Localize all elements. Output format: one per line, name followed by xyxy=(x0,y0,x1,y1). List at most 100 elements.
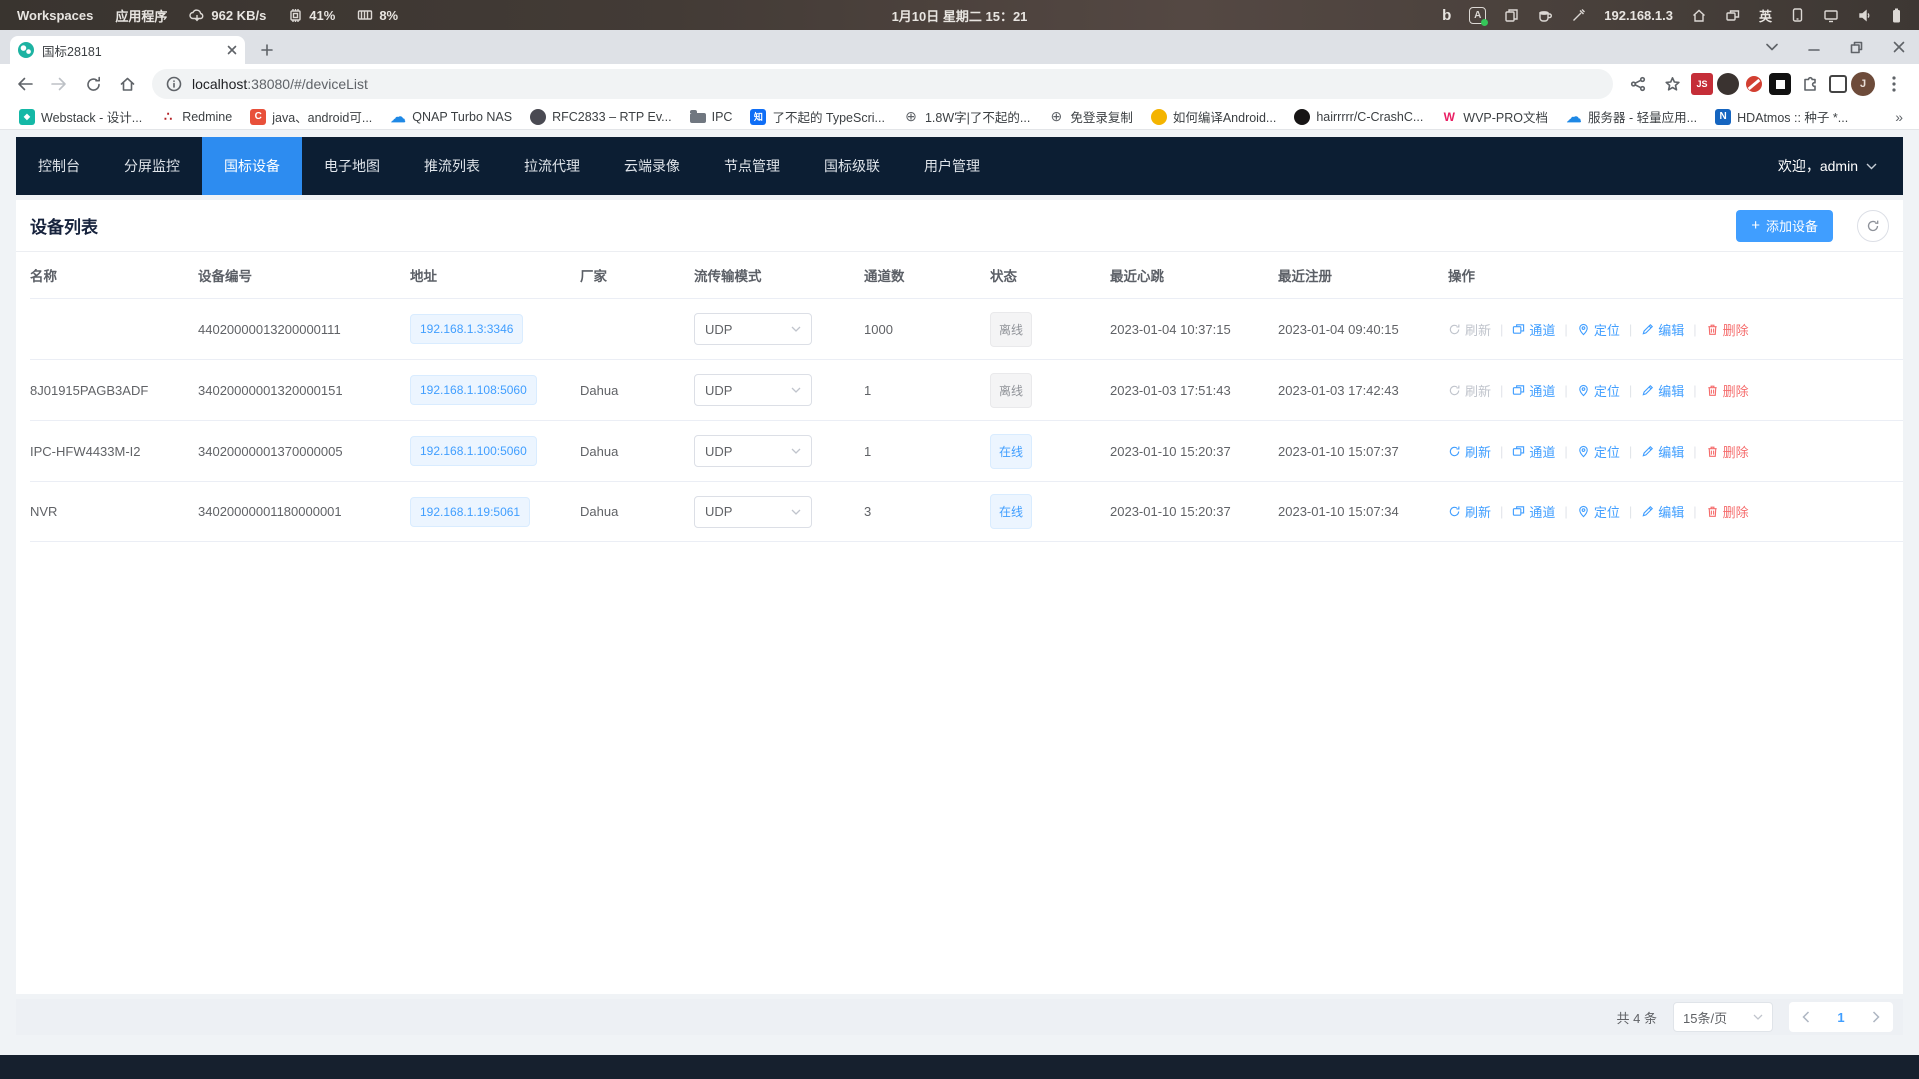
bookmark-copy-free[interactable]: ⊕ 免登录复制 xyxy=(1039,106,1142,128)
prev-page-button[interactable] xyxy=(1789,1002,1823,1032)
screenshot-tool-tray[interactable]: A xyxy=(1460,7,1495,24)
bookmark-qnap[interactable]: ☁ QNAP Turbo NAS xyxy=(381,106,521,128)
bookmark-folder-ipc[interactable]: IPC xyxy=(681,106,742,128)
minimize-button[interactable] xyxy=(1808,41,1820,53)
nav-item-user-manage[interactable]: 用户管理 xyxy=(902,137,1002,195)
stream-mode-select[interactable]: UDP xyxy=(694,496,812,528)
channels-action[interactable]: 通道 xyxy=(1512,442,1555,461)
add-device-button[interactable]: + 添加设备 xyxy=(1736,210,1833,242)
color-picker-tray[interactable] xyxy=(1562,8,1595,23)
display-settings-tray[interactable] xyxy=(1814,8,1848,23)
delete-action[interactable]: 删除 xyxy=(1706,502,1749,521)
next-page-button[interactable] xyxy=(1859,1002,1893,1032)
divider xyxy=(1629,504,1632,519)
refresh-action[interactable]: 刷新 xyxy=(1448,442,1491,461)
nav-item-gb-cascade[interactable]: 国标级联 xyxy=(802,137,902,195)
memory-usage-indicator[interactable]: 8% xyxy=(346,8,409,23)
bookmark-redmine[interactable]: ∴ Redmine xyxy=(151,106,241,128)
user-menu[interactable]: 欢迎，admin xyxy=(1778,156,1903,176)
extensions-menu-button[interactable] xyxy=(1795,69,1825,99)
edit-action[interactable]: 编辑 xyxy=(1641,442,1684,461)
bookmark-typescript[interactable]: 知 了不起的 TypeScri... xyxy=(741,106,894,128)
tab-close-icon[interactable] xyxy=(227,45,237,55)
nav-item-pull-proxy[interactable]: 拉流代理 xyxy=(502,137,602,195)
stream-mode-select[interactable]: UDP xyxy=(694,435,812,467)
home-tray[interactable] xyxy=(1682,8,1716,23)
nav-item-console[interactable]: 控制台 xyxy=(16,137,102,195)
edit-action[interactable]: 编辑 xyxy=(1641,381,1684,400)
extension-square[interactable] xyxy=(1769,73,1791,95)
edit-action[interactable]: 编辑 xyxy=(1641,320,1684,339)
locate-action[interactable]: 定位 xyxy=(1577,381,1620,400)
applications-menu[interactable]: 应用程序 xyxy=(104,6,178,25)
nav-item-gb-devices[interactable]: 国标设备 xyxy=(202,137,302,195)
new-tab-button[interactable] xyxy=(253,36,281,64)
workspaces-button[interactable]: Workspaces xyxy=(6,8,104,23)
window-switcher-tray[interactable] xyxy=(1716,8,1750,23)
refresh-list-button[interactable] xyxy=(1857,210,1889,242)
nav-item-split-monitor[interactable]: 分屏监控 xyxy=(102,137,202,195)
page-size-select[interactable]: 15条/页 xyxy=(1673,1002,1773,1032)
bookmark-server[interactable]: ☁ 服务器 - 轻量应用... xyxy=(1557,106,1706,128)
cpu-usage-indicator[interactable]: 41% xyxy=(277,8,346,23)
delete-action[interactable]: 删除 xyxy=(1706,381,1749,400)
table-row: 8J01915PAGB3ADF 34020000001320000151 192… xyxy=(30,359,1903,420)
stream-mode-select[interactable]: UDP xyxy=(694,313,812,345)
tab-search-button[interactable] xyxy=(1766,43,1778,51)
extension-jsonviewer[interactable]: JS xyxy=(1691,73,1713,95)
bookmark-android-build[interactable]: 如何编译Android... xyxy=(1142,106,1286,128)
share-button[interactable] xyxy=(1623,69,1653,99)
bookmark-webstack[interactable]: ◆ Webstack - 设计... xyxy=(10,106,151,128)
locate-action[interactable]: 定位 xyxy=(1577,442,1620,461)
battery-tray[interactable] xyxy=(1882,7,1911,24)
back-button[interactable] xyxy=(10,69,40,99)
bookmarks-overflow-chevron[interactable]: » xyxy=(1889,109,1909,125)
extension-dark-icon[interactable] xyxy=(1717,73,1739,95)
coffee-tray[interactable] xyxy=(1528,8,1562,23)
restore-button[interactable] xyxy=(1850,41,1863,54)
nav-item-node-manage[interactable]: 节点管理 xyxy=(702,137,802,195)
bookmark-rfc2833[interactable]: RFC2833 – RTP Ev... xyxy=(521,106,681,128)
locate-action[interactable]: 定位 xyxy=(1577,502,1620,521)
channels-action[interactable]: 通道 xyxy=(1512,381,1555,400)
channels-action[interactable]: 通道 xyxy=(1512,502,1555,521)
nav-item-cloud-record[interactable]: 云端录像 xyxy=(602,137,702,195)
input-method-indicator[interactable]: 英 xyxy=(1750,6,1781,25)
page-number[interactable]: 1 xyxy=(1823,1010,1859,1025)
network-speed-indicator[interactable]: 962 KB/s xyxy=(178,8,277,23)
bookmark-star-button[interactable] xyxy=(1657,69,1687,99)
browser-menu-button[interactable] xyxy=(1879,69,1909,99)
address-bar[interactable]: localhost:38080/#/deviceList xyxy=(152,69,1613,99)
bing-tray-icon[interactable]: b xyxy=(1433,7,1460,24)
extension-adblock[interactable] xyxy=(1743,73,1765,95)
home-button[interactable] xyxy=(112,69,142,99)
forward-button[interactable] xyxy=(44,69,74,99)
refresh-action[interactable]: 刷新 xyxy=(1448,502,1491,521)
clipboard-tray[interactable] xyxy=(1495,8,1528,23)
stream-mode-select[interactable]: UDP xyxy=(694,374,812,406)
site-info-icon[interactable] xyxy=(166,76,182,92)
reload-button[interactable] xyxy=(78,69,108,99)
bookmark-java-android[interactable]: C java、android可... xyxy=(241,106,381,128)
phone-link-tray[interactable] xyxy=(1781,7,1814,23)
phone-rotate-icon xyxy=(1790,7,1805,23)
edit-action[interactable]: 编辑 xyxy=(1641,502,1684,521)
ip-address-indicator[interactable]: 192.168.1.3 xyxy=(1595,8,1682,23)
refresh-action[interactable]: 刷新 xyxy=(1448,381,1491,400)
volume-tray[interactable] xyxy=(1848,8,1882,23)
nav-item-emap[interactable]: 电子地图 xyxy=(302,137,402,195)
delete-action[interactable]: 删除 xyxy=(1706,442,1749,461)
bookmark-wvp-docs[interactable]: W WVP-PRO文档 xyxy=(1432,106,1557,128)
bookmark-18w[interactable]: ⊕ 1.8W字|了不起的... xyxy=(894,106,1039,128)
locate-action[interactable]: 定位 xyxy=(1577,320,1620,339)
profile-avatar[interactable]: J xyxy=(1851,72,1875,96)
bookmark-hdatmos[interactable]: N HDAtmos :: 种子 *... xyxy=(1706,106,1857,128)
refresh-action[interactable]: 刷新 xyxy=(1448,320,1491,339)
delete-action[interactable]: 删除 xyxy=(1706,320,1749,339)
browser-tab[interactable]: 国标28181 xyxy=(10,36,245,64)
nav-item-push-list[interactable]: 推流列表 xyxy=(402,137,502,195)
close-window-button[interactable] xyxy=(1893,41,1905,53)
bookmark-github-crash[interactable]: hairrrrr/C-CrashC... xyxy=(1285,106,1432,128)
extension-page[interactable] xyxy=(1829,75,1847,93)
channels-action[interactable]: 通道 xyxy=(1512,320,1555,339)
